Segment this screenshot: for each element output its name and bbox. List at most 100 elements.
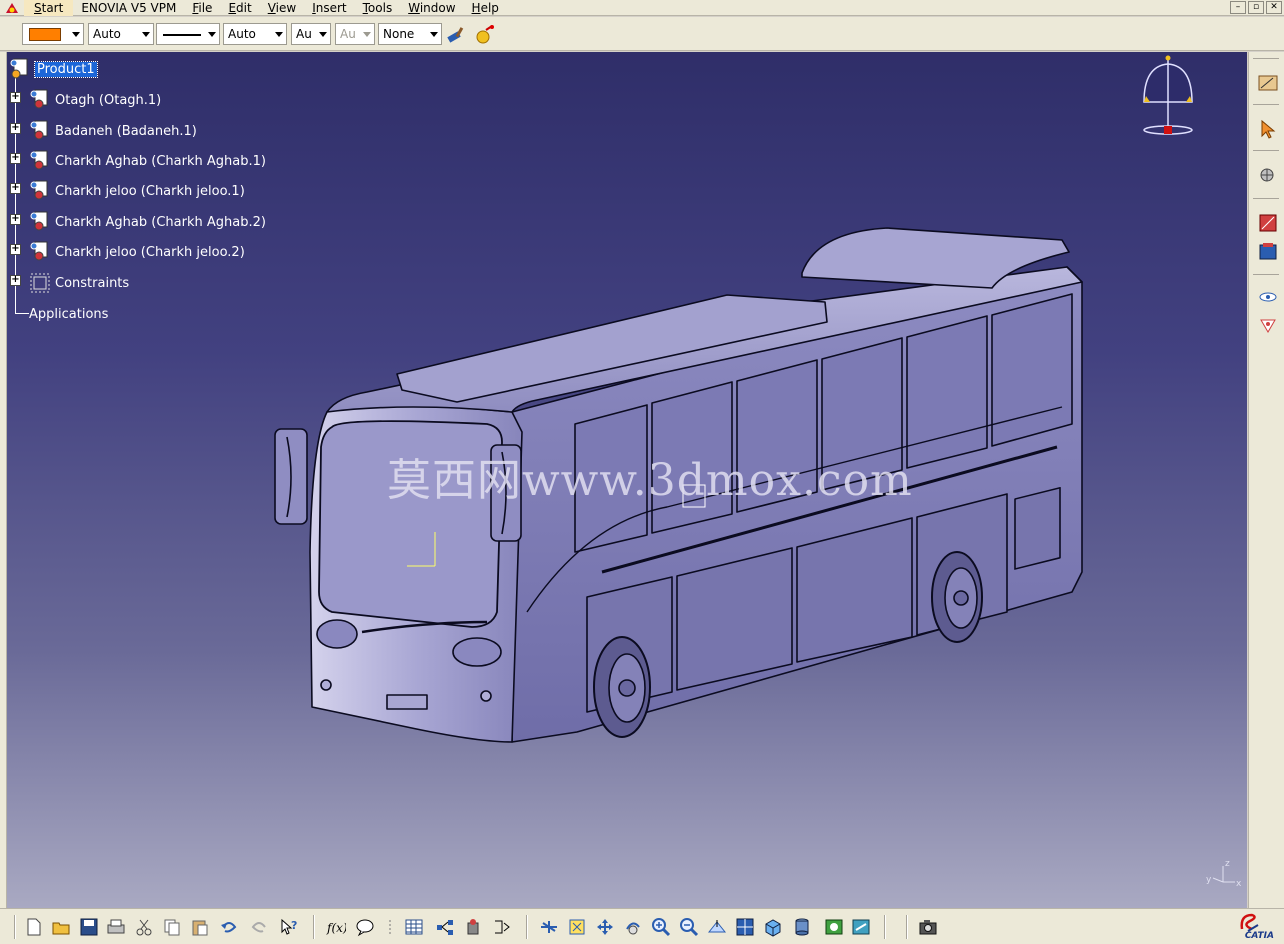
specification-tree[interactable]: Product1 + Otagh (Otagh.1) + Badaneh (Ba… xyxy=(7,52,307,332)
expand-icon[interactable]: + xyxy=(10,183,21,194)
dassault-logo-icon xyxy=(1240,913,1259,932)
graphic-properties-icon[interactable] xyxy=(474,24,496,46)
line-thickness-dropdown[interactable]: Auto xyxy=(223,23,287,45)
menu-tools[interactable]: Tools xyxy=(355,0,401,16)
catalog-icon[interactable] xyxy=(1257,212,1279,234)
chevron-down-icon xyxy=(363,32,371,37)
chevron-down-icon xyxy=(430,32,438,37)
menu-view[interactable]: View xyxy=(260,0,304,16)
expand-icon[interactable]: + xyxy=(10,153,21,164)
point-type-value: Au xyxy=(296,27,312,41)
fly-mode-icon[interactable] xyxy=(539,917,559,937)
comment-icon[interactable] xyxy=(355,917,375,937)
catia-window: Start ENOVIA V5 VPM File Edit View Inser… xyxy=(0,0,1284,944)
line-type-dropdown[interactable] xyxy=(156,23,220,45)
tree-branch-line xyxy=(15,313,29,314)
tree-item-charkh-jeloo-2[interactable]: Charkh jeloo (Charkh jeloo.2) xyxy=(29,241,245,263)
pan-icon[interactable] xyxy=(595,917,615,937)
expand-icon[interactable]: + xyxy=(10,214,21,225)
view-mode-icon[interactable] xyxy=(792,917,812,937)
toolbar-separator xyxy=(906,915,908,939)
redo-icon[interactable] xyxy=(249,917,269,937)
constraints-icon xyxy=(29,272,51,294)
tree-item-otagh[interactable]: Otagh (Otagh.1) xyxy=(29,89,161,111)
minimize-button[interactable]: – xyxy=(1230,1,1246,14)
part-instance-icon xyxy=(29,150,51,172)
tree-item-charkh-aghab-2[interactable]: Charkh Aghab (Charkh Aghab.2) xyxy=(29,211,266,233)
painter-icon[interactable] xyxy=(446,24,468,46)
rotate-icon[interactable] xyxy=(623,917,643,937)
tree-item-constraints[interactable]: Constraints xyxy=(29,272,129,294)
3d-viewport[interactable]: 莫西网www.3dmox.com Product1 + Otagh (Otagh… xyxy=(7,52,1247,908)
measure-icon[interactable] xyxy=(492,917,512,937)
table-icon[interactable] xyxy=(404,917,424,937)
zoom-out-icon[interactable] xyxy=(679,917,699,937)
app-logo-icon[interactable] xyxy=(0,0,24,16)
print-icon[interactable] xyxy=(106,917,126,937)
render-icon[interactable] xyxy=(1257,240,1279,262)
swap-visible-icon[interactable] xyxy=(1257,314,1279,336)
hide-icon[interactable] xyxy=(824,917,844,937)
whats-this-icon[interactable]: ? xyxy=(279,917,299,937)
part-instance-icon xyxy=(29,120,51,142)
tree-item-label: Otagh (Otagh.1) xyxy=(55,92,162,108)
save-icon[interactable] xyxy=(79,917,99,937)
compass-icon[interactable] xyxy=(1132,52,1212,142)
line-thickness-value: Auto xyxy=(228,27,256,41)
copy-icon[interactable] xyxy=(162,917,182,937)
menu-file[interactable]: File xyxy=(184,0,220,16)
close-button[interactable]: ✕ xyxy=(1266,1,1282,14)
product-icon xyxy=(9,58,31,80)
tree-item-applications[interactable]: Applications xyxy=(29,303,108,325)
expand-icon[interactable]: + xyxy=(10,244,21,255)
toolbar-separator xyxy=(313,915,315,939)
zoom-in-icon[interactable] xyxy=(651,917,671,937)
paste-icon[interactable] xyxy=(190,917,210,937)
expand-icon[interactable]: + xyxy=(10,123,21,134)
tree-icon[interactable] xyxy=(435,917,455,937)
menu-insert[interactable]: Insert xyxy=(304,0,354,16)
graphic-properties-toolbar: Auto Auto Au Au None xyxy=(0,17,1284,51)
chevron-down-icon xyxy=(319,32,327,37)
line-sample xyxy=(163,34,201,36)
menu-edit[interactable]: Edit xyxy=(220,0,259,16)
part-instance-icon xyxy=(29,180,51,202)
swap-icon[interactable] xyxy=(851,917,871,937)
snap-icon[interactable] xyxy=(1257,164,1279,186)
tools-icon[interactable] xyxy=(463,917,483,937)
tree-item-label: Badaneh (Badaneh.1) xyxy=(55,123,197,139)
select-icon[interactable] xyxy=(1257,118,1279,140)
point-type-dropdown[interactable]: Au xyxy=(291,23,331,45)
open-icon[interactable] xyxy=(51,917,71,937)
point-symbol-dropdown[interactable]: Au xyxy=(335,23,375,45)
menu-window[interactable]: Window xyxy=(400,0,463,16)
iso-view-icon[interactable] xyxy=(763,917,783,937)
tree-item-label: Charkh jeloo (Charkh jeloo.1) xyxy=(55,183,245,199)
formula-icon[interactable]: f(x) xyxy=(326,917,348,937)
menu-start[interactable]: Start xyxy=(24,0,74,16)
fill-color-dropdown[interactable] xyxy=(22,23,84,45)
new-icon[interactable] xyxy=(24,917,44,937)
sketch-icon[interactable] xyxy=(1257,72,1279,94)
expand-icon[interactable]: + xyxy=(10,275,21,286)
tree-item-badaneh[interactable]: Badaneh (Badaneh.1) xyxy=(29,120,197,142)
knowledge-icon[interactable] xyxy=(380,917,400,937)
expand-icon[interactable]: + xyxy=(10,92,21,103)
undo-icon[interactable] xyxy=(219,917,239,937)
layer-dropdown[interactable]: None xyxy=(378,23,442,45)
fit-all-icon[interactable] xyxy=(567,917,587,937)
toolbar-separator xyxy=(1253,150,1279,151)
cut-icon[interactable] xyxy=(134,917,154,937)
transparency-dropdown[interactable]: Auto xyxy=(88,23,154,45)
normal-view-icon[interactable] xyxy=(707,917,727,937)
tree-root[interactable]: Product1 xyxy=(9,58,98,80)
tree-item-charkh-aghab-1[interactable]: Charkh Aghab (Charkh Aghab.1) xyxy=(29,150,266,172)
capture-icon[interactable] xyxy=(918,917,938,937)
menu-enovia[interactable]: ENOVIA V5 VPM xyxy=(73,0,184,16)
menu-help[interactable]: Help xyxy=(464,0,507,16)
hide-show-icon[interactable] xyxy=(1257,286,1279,308)
axis-triad-icon: z y x xyxy=(1206,859,1242,888)
restore-button[interactable]: ▫ xyxy=(1248,1,1264,14)
multi-view-icon[interactable] xyxy=(735,917,755,937)
tree-item-charkh-jeloo-1[interactable]: Charkh jeloo (Charkh jeloo.1) xyxy=(29,180,245,202)
